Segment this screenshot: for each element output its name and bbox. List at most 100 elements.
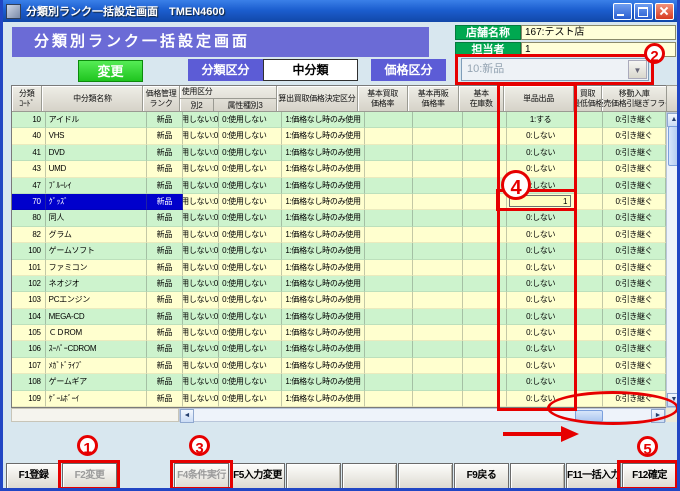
cell-code[interactable]: 82 (12, 226, 46, 244)
cell-name[interactable]: ｽｰﾊﾟｰCDROM (45, 341, 148, 358)
cell-use2[interactable]: 0:使用しない (182, 341, 220, 358)
category-type-value-button[interactable]: 中分類 (263, 59, 358, 81)
fkey-button-f1[interactable]: F1登録 (6, 463, 61, 488)
cell-min_price[interactable] (575, 193, 603, 211)
cell-resale_rate[interactable] (413, 128, 464, 145)
cell-resale_rate[interactable] (413, 325, 464, 342)
cell-buy_rate[interactable] (364, 357, 414, 375)
cell-resale_rate[interactable] (413, 144, 464, 162)
cell-min_price[interactable] (575, 128, 603, 145)
cell-use2[interactable]: 0:使用しない (182, 292, 220, 309)
cell-stock[interactable] (463, 193, 508, 211)
cell-min_price[interactable] (575, 341, 603, 358)
cell-min_price[interactable] (575, 275, 603, 293)
cell-stock[interactable] (463, 177, 508, 194)
cell-calc[interactable]: 1:価格なし時のみ使用 (282, 128, 365, 145)
cell-code[interactable]: 107 (12, 357, 46, 375)
cell-calc[interactable]: 1:価格なし時のみ使用 (282, 161, 365, 178)
fkey-button-f12[interactable]: F12確定 (622, 463, 677, 488)
table-row[interactable]: 104MEGA-CD新品0:使用しない0:使用しない1:価格なし時のみ使用0:し… (12, 308, 666, 326)
cell-single[interactable]: 0:しない (507, 308, 576, 326)
cell-attr3[interactable]: 0:使用しない (219, 161, 283, 178)
cell-use2[interactable]: 0:使用しない (182, 390, 220, 407)
cell-use2[interactable]: 0:使用しない (182, 308, 220, 326)
cell-use2[interactable]: 0:使用しない (182, 226, 220, 244)
cell-attr3[interactable]: 0:使用しない (219, 292, 283, 309)
fkey-button-blank-7[interactable] (342, 463, 397, 488)
close-button[interactable] (655, 3, 674, 20)
cell-buy_rate[interactable] (364, 144, 414, 162)
cell-buy_rate[interactable] (364, 128, 414, 145)
cell-transfer[interactable]: 0:引き継ぐ (602, 292, 666, 309)
cell-use2[interactable]: 0:使用しない (182, 161, 220, 178)
horizontal-scrollbar[interactable]: ◄ ► (179, 408, 666, 423)
cell-resale_rate[interactable] (413, 275, 464, 293)
cell-name[interactable]: ネオジオ (45, 275, 148, 293)
table-row[interactable]: 40VHS新品0:使用しない0:使用しない1:価格なし時のみ使用0:しない0:引… (12, 128, 666, 145)
cell-min_price[interactable] (575, 226, 603, 244)
cell-resale_rate[interactable] (413, 374, 464, 391)
table-row[interactable]: 102ネオジオ新品0:使用しない0:使用しない1:価格なし時のみ使用0:しない0… (12, 275, 666, 293)
cell-code[interactable]: 40 (12, 128, 46, 145)
table-row[interactable]: 105ＣＤROM新品0:使用しない0:使用しない1:価格なし時のみ使用0:しない… (12, 325, 666, 342)
cell-rank[interactable]: 新品 (147, 144, 183, 162)
cell-calc[interactable]: 1:価格なし時のみ使用 (282, 275, 365, 293)
cell-rank[interactable]: 新品 (147, 275, 183, 293)
table-row[interactable]: 101ファミコン新品0:使用しない0:使用しない1:価格なし時のみ使用0:しない… (12, 259, 666, 276)
cell-stock[interactable] (463, 161, 508, 178)
cell-transfer[interactable]: 0:引き継ぐ (602, 210, 666, 227)
cell-name[interactable]: DVD (45, 144, 148, 162)
cell-attr3[interactable]: 0:使用しない (219, 177, 283, 194)
cell-resale_rate[interactable] (413, 226, 464, 244)
cell-code[interactable]: 106 (12, 341, 46, 358)
cell-use2[interactable]: 0:使用しない (182, 357, 220, 375)
cell-resale_rate[interactable] (413, 243, 464, 260)
fkey-button-blank-10[interactable] (510, 463, 565, 488)
table-row[interactable]: 103PCエンジン新品0:使用しない0:使用しない1:価格なし時のみ使用0:しな… (12, 292, 666, 309)
cell-min_price[interactable] (575, 144, 603, 162)
cell-use2[interactable]: 0:使用しない (182, 177, 220, 194)
cell-min_price[interactable] (575, 357, 603, 375)
cell-stock[interactable] (463, 275, 508, 293)
fkey-button-blank-8[interactable] (398, 463, 453, 488)
minimize-button[interactable] (613, 3, 632, 20)
cell-name[interactable]: ﾌﾞﾙｰﾚｲ (45, 177, 148, 194)
cell-transfer[interactable]: 0:引き継ぐ (602, 161, 666, 178)
fkey-button-f11[interactable]: F11一括入力 (566, 463, 621, 488)
cell-resale_rate[interactable] (413, 161, 464, 178)
cell-calc[interactable]: 1:価格なし時のみ使用 (282, 112, 365, 129)
cell-use2[interactable]: 0:使用しない (182, 243, 220, 260)
cell-calc[interactable]: 1:価格なし時のみ使用 (282, 243, 365, 260)
cell-rank[interactable]: 新品 (147, 390, 183, 407)
cell-calc[interactable]: 1:価格なし時のみ使用 (282, 341, 365, 358)
fkey-button-f5[interactable]: F5入力変更 (230, 463, 285, 488)
cell-calc[interactable]: 1:価格なし時のみ使用 (282, 259, 365, 276)
cell-use2[interactable]: 0:使用しない (182, 193, 220, 211)
cell-buy_rate[interactable] (364, 325, 414, 342)
table-row[interactable]: 43UMD新品0:使用しない0:使用しない1:価格なし時のみ使用0:しない0:引… (12, 161, 666, 178)
table-row[interactable]: 70ｸﾞｯｽﾞ新品0:使用しない0:使用しない1:価格なし時のみ使用10:引き継… (12, 193, 666, 211)
cell-name[interactable]: MEGA-CD (45, 308, 148, 326)
fkey-button-f4[interactable]: F4条件実行 (174, 463, 229, 488)
cell-transfer[interactable]: 0:引き継ぐ (602, 308, 666, 326)
cell-calc[interactable]: 1:価格なし時のみ使用 (282, 390, 365, 407)
cell-single[interactable]: 0:しない (507, 292, 576, 309)
cell-transfer[interactable]: 0:引き継ぐ (602, 275, 666, 293)
cell-single[interactable]: 0:しない (507, 390, 576, 407)
cell-attr3[interactable]: 0:使用しない (219, 275, 283, 293)
cell-min_price[interactable] (575, 243, 603, 260)
cell-attr3[interactable]: 0:使用しない (219, 341, 283, 358)
cell-buy_rate[interactable] (364, 374, 414, 391)
cell-single[interactable]: 0:しない (507, 161, 576, 178)
cell-single[interactable]: 0:しない (507, 341, 576, 358)
cell-code[interactable]: 80 (12, 210, 46, 227)
cell-buy_rate[interactable] (364, 308, 414, 326)
fkey-button-f9[interactable]: F9戻る (454, 463, 509, 488)
cell-use2[interactable]: 0:使用しない (182, 128, 220, 145)
cell-calc[interactable]: 1:価格なし時のみ使用 (282, 177, 365, 194)
cell-stock[interactable] (463, 390, 508, 407)
cell-calc[interactable]: 1:価格なし時のみ使用 (282, 193, 365, 211)
cell-rank[interactable]: 新品 (147, 177, 183, 194)
cell-attr3[interactable]: 0:使用しない (219, 226, 283, 244)
cell-code[interactable]: 102 (12, 275, 46, 293)
